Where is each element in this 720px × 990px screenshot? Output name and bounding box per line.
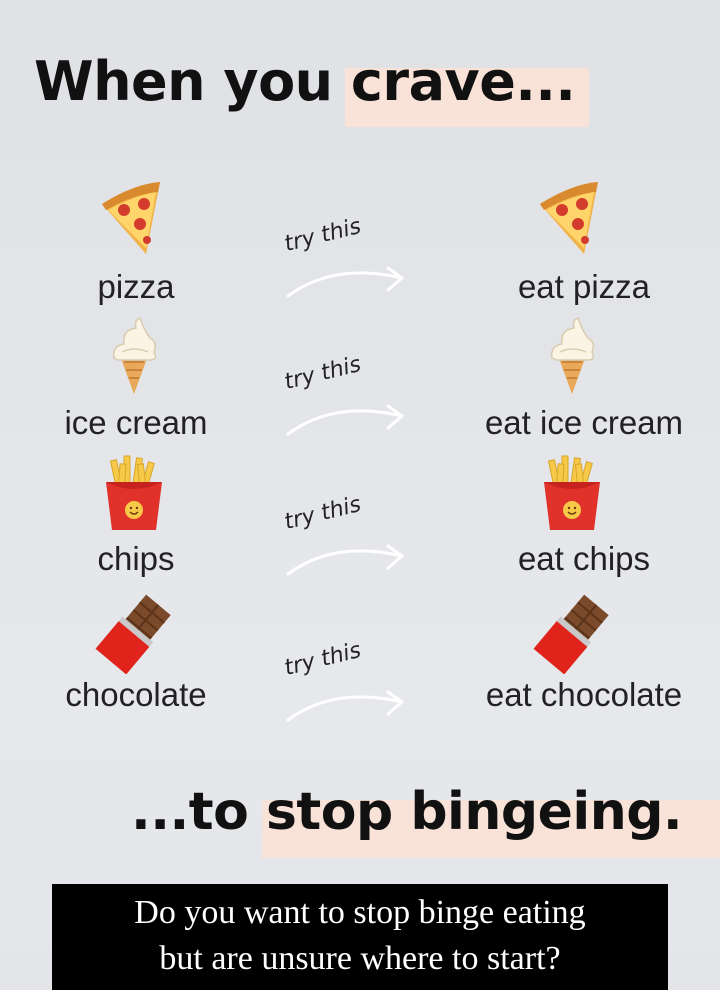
solution-label: eat chips [517, 540, 651, 577]
try-this-label: try this [281, 491, 364, 535]
arrow-icon [284, 530, 414, 580]
bottom-tagline: ...to stop bingeing. [131, 782, 683, 842]
tagline-highlight: stop bingeing. [265, 782, 683, 842]
craving-label: chips [97, 540, 175, 577]
solution-label: eat chocolate [485, 676, 683, 713]
try-this-label: try this [281, 213, 364, 257]
title: When you crave... [34, 50, 576, 113]
cta-line-2: but are unsure where to start? [159, 940, 561, 977]
craving-row-chips: chips try this eat chips [0, 452, 720, 582]
craving-row-ice-cream: ice cream try this eat ice cream [0, 316, 720, 446]
craving-row-chocolate: chocolate try this eat chocolate [0, 594, 720, 724]
pizza-icon [94, 178, 174, 258]
ice-cream-icon [532, 316, 612, 396]
title-highlight: crave... [350, 50, 576, 113]
arrow-icon [284, 390, 414, 440]
try-this-label: try this [281, 351, 364, 395]
craving-label: ice cream [64, 404, 208, 441]
try-this-arrow: try this [282, 214, 414, 302]
try-this-label: try this [281, 637, 364, 681]
try-this-arrow: try this [282, 638, 414, 726]
fries-icon [94, 452, 174, 532]
craving-label: chocolate [65, 676, 207, 713]
tagline-prefix: ...to [131, 782, 266, 842]
arrow-icon [284, 676, 414, 726]
craving-label: pizza [97, 268, 175, 305]
cta-line-1: Do you want to stop binge eating [134, 894, 586, 931]
try-this-arrow: try this [282, 352, 414, 440]
ice-cream-icon [94, 316, 174, 396]
try-this-arrow: try this [282, 492, 414, 580]
solution-label: eat ice cream [484, 404, 684, 441]
fries-icon [532, 452, 612, 532]
craving-row-pizza: pizza try this eat pizza [0, 178, 720, 308]
chocolate-icon [94, 594, 174, 674]
solution-label: eat pizza [517, 268, 651, 305]
pizza-icon [532, 178, 612, 258]
chocolate-icon [532, 594, 612, 674]
call-to-action-banner: Do you want to stop binge eating but are… [52, 884, 668, 990]
arrow-icon [284, 252, 414, 302]
title-prefix: When you [34, 50, 351, 113]
